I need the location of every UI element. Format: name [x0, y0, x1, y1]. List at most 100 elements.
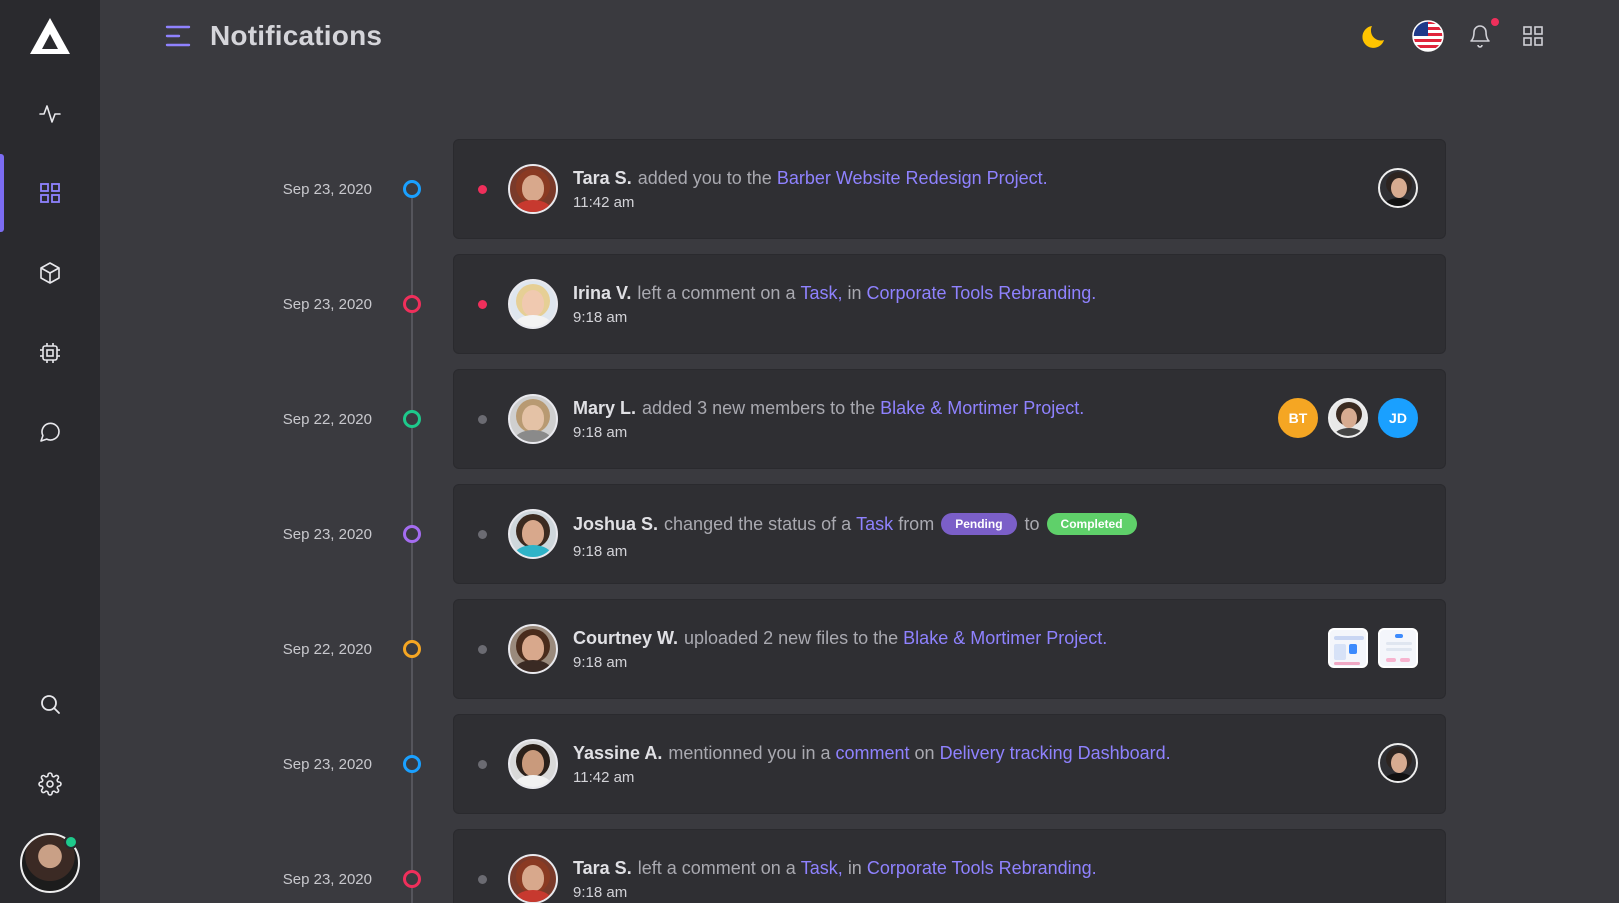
us-flag-icon: [1412, 20, 1444, 52]
timeline-dot: [403, 525, 421, 543]
task-link[interactable]: Task,: [800, 283, 842, 304]
sidebar-item-activity[interactable]: [0, 75, 100, 153]
sidebar-item-chip[interactable]: [0, 314, 100, 392]
notification-time: 11:42 am: [573, 194, 635, 211]
sidebar-item-search[interactable]: [0, 665, 100, 743]
timeline-date: Sep 23, 2020: [282, 296, 372, 313]
notification-text: Joshua S. changed the status of a Task f…: [573, 513, 1145, 535]
avatar: [508, 739, 558, 789]
sidebar-item-dashboard[interactable]: [0, 154, 100, 232]
notification-text: Courtney W. uploaded 2 new files to the …: [573, 628, 1108, 649]
avatar[interactable]: [1378, 743, 1418, 783]
avatar: [508, 854, 558, 903]
sidebar-item-settings[interactable]: [0, 745, 100, 823]
file-thumbnail[interactable]: [1378, 628, 1418, 668]
read-indicator: [478, 760, 487, 769]
page-title: Notifications: [210, 20, 383, 51]
timeline-dot: [403, 755, 421, 773]
member-avatar[interactable]: [1328, 398, 1368, 438]
gear-icon: [38, 772, 62, 796]
user-name[interactable]: Tara S.: [573, 168, 632, 189]
moon-icon: [1362, 26, 1384, 48]
task-link[interactable]: Task,: [801, 858, 843, 879]
related-users: [1378, 743, 1418, 783]
status-badge-completed: Completed: [1046, 513, 1137, 535]
notification-card[interactable]: Joshua S. changed the status of a Task f…: [453, 484, 1446, 584]
timeline-date: Sep 23, 2020: [282, 871, 372, 888]
notification-text: Yassine A. mentionned you in a comment o…: [573, 743, 1171, 764]
user-name[interactable]: Irina V.: [573, 283, 631, 304]
timeline-dot: [403, 180, 421, 198]
avatar[interactable]: [1378, 168, 1418, 208]
grid-icon: [40, 183, 60, 203]
user-name[interactable]: Joshua S.: [573, 514, 658, 535]
user-name[interactable]: Tara S.: [573, 858, 632, 879]
notification-card[interactable]: Irina V. left a comment on a Task, in Co…: [453, 254, 1446, 354]
notification-text: Tara S. left a comment on a Task, in Cor…: [573, 858, 1097, 879]
notification-text: Tara S. added you to the Barber Website …: [573, 168, 1048, 189]
uploaded-files: [1328, 628, 1418, 668]
project-link[interactable]: Delivery tracking Dashboard.: [940, 743, 1171, 764]
related-users: [1378, 168, 1418, 208]
timeline-date: Sep 23, 2020: [282, 526, 372, 543]
chip-icon: [40, 343, 60, 363]
apps-button[interactable]: [1517, 20, 1549, 52]
comment-link[interactable]: comment: [836, 743, 910, 764]
timeline-dot: [403, 870, 421, 888]
member-avatar[interactable]: BT: [1278, 398, 1318, 438]
notification-text: Mary L. added 3 new members to the Blake…: [573, 398, 1085, 419]
user-name[interactable]: Yassine A.: [573, 743, 662, 764]
avatar: [508, 279, 558, 329]
user-name[interactable]: Mary L.: [573, 398, 636, 419]
avatar: [508, 394, 558, 444]
project-link[interactable]: Corporate Tools Rebranding.: [867, 283, 1097, 304]
status-badge-pending: Pending: [941, 513, 1017, 535]
timeline-date: Sep 23, 2020: [282, 181, 372, 198]
notification-text: Irina V. left a comment on a Task, in Co…: [573, 283, 1097, 304]
read-indicator: [478, 415, 487, 424]
new-members: BT JD: [1278, 398, 1418, 438]
notification-card[interactable]: Tara S. added you to the Barber Website …: [453, 139, 1446, 239]
sidebar-item-components[interactable]: [0, 234, 100, 312]
theme-toggle-button[interactable]: [1360, 20, 1392, 52]
read-indicator: [478, 530, 487, 539]
timeline-dot: [403, 295, 421, 313]
timeline-date: Sep 22, 2020: [282, 411, 372, 428]
notification-time: 9:18 am: [573, 543, 628, 560]
notification-card[interactable]: Yassine A. mentionned you in a comment o…: [453, 714, 1446, 814]
notification-badge: [1491, 18, 1499, 26]
timeline-dot: [403, 410, 421, 428]
sidebar: [0, 0, 100, 903]
task-link[interactable]: Task: [856, 514, 893, 535]
avatar: [508, 164, 558, 214]
file-thumbnail[interactable]: [1328, 628, 1368, 668]
menu-icon[interactable]: [165, 24, 191, 48]
logo-icon[interactable]: [28, 16, 72, 56]
activity-icon: [39, 105, 61, 123]
notification-time: 9:18 am: [573, 309, 628, 326]
notification-time: 9:18 am: [573, 654, 628, 671]
avatar: [508, 509, 558, 559]
read-indicator: [478, 875, 487, 884]
project-link[interactable]: Blake & Mortimer Project.: [903, 628, 1107, 649]
notification-card[interactable]: Tara S. left a comment on a Task, in Cor…: [453, 829, 1446, 903]
notification-card[interactable]: Courtney W. uploaded 2 new files to the …: [453, 599, 1446, 699]
project-link[interactable]: Blake & Mortimer Project.: [880, 398, 1084, 419]
search-icon: [41, 695, 60, 714]
language-selector[interactable]: [1412, 20, 1444, 52]
project-link[interactable]: Barber Website Redesign Project.: [777, 168, 1048, 189]
user-name[interactable]: Courtney W.: [573, 628, 678, 649]
notification-time: 11:42 am: [573, 769, 635, 786]
sidebar-item-messages[interactable]: [0, 393, 100, 471]
read-indicator: [478, 645, 487, 654]
timeline-dot: [403, 640, 421, 658]
notification-time: 9:18 am: [573, 424, 628, 441]
member-avatar[interactable]: JD: [1378, 398, 1418, 438]
timeline-date: Sep 22, 2020: [282, 641, 372, 658]
online-status-dot: [64, 835, 78, 849]
notification-time: 9:18 am: [573, 884, 628, 901]
timeline-date: Sep 23, 2020: [282, 756, 372, 773]
project-link[interactable]: Corporate Tools Rebranding.: [867, 858, 1097, 879]
apps-grid-icon: [1523, 26, 1543, 46]
notification-card[interactable]: Mary L. added 3 new members to the Blake…: [453, 369, 1446, 469]
